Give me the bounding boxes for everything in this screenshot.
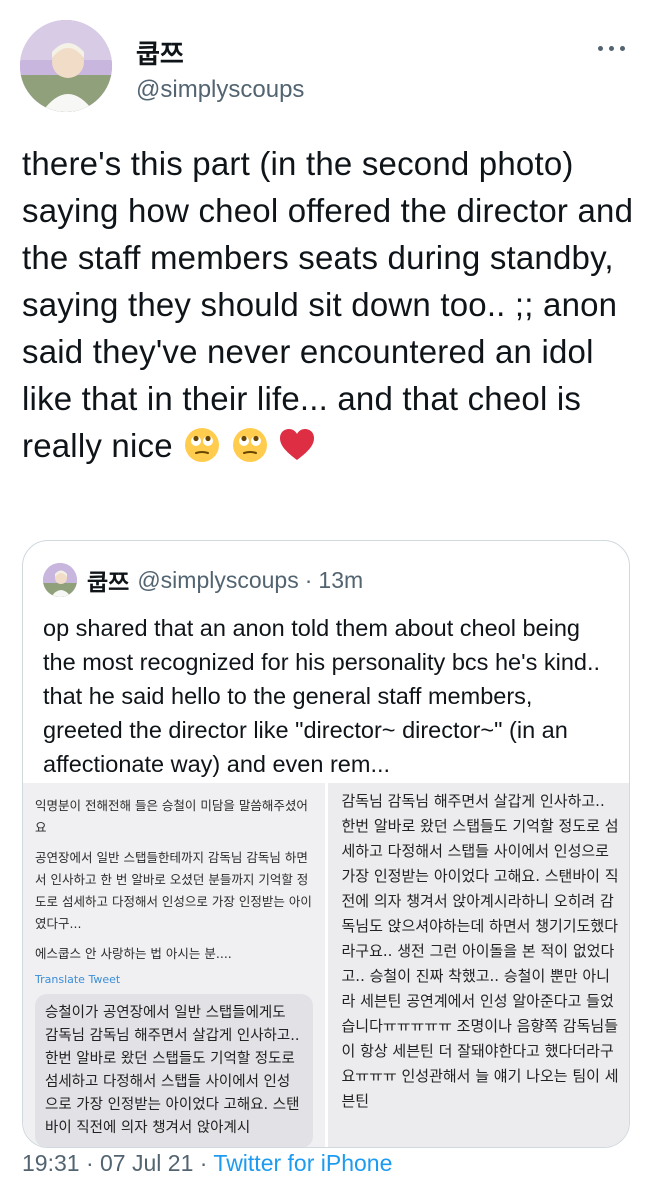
- image-paragraph: 공연장에서 일반 스탭들한테까지 감독님 감독님 하면서 인사하고 한 번 알바…: [35, 850, 312, 931]
- quoted-media: 익명분이 전해전해 들은 승철이 미담을 말씀해주셨어요 공연장에서 일반 스탭…: [23, 783, 629, 1147]
- quoted-tweet-text: op shared that an anon told them about c…: [43, 615, 601, 777]
- tweet-time[interactable]: 19:31: [22, 1150, 80, 1176]
- tweet-client-link[interactable]: Twitter for iPhone: [213, 1150, 392, 1176]
- more-options-icon[interactable]: [598, 38, 638, 58]
- quoted-avatar: [43, 563, 77, 597]
- quoted-username: @simplyscoups: [137, 566, 299, 593]
- tweet-date[interactable]: 07 Jul 21: [100, 1150, 193, 1176]
- face-with-rolling-eyes-icon: [185, 428, 220, 462]
- quoted-tweet-card[interactable]: 쿱쯔 @simplyscoups · 13m op shared that an…: [22, 540, 630, 1148]
- tweet-text: there's this part (in the second photo) …: [22, 140, 634, 469]
- tweet-body: there's this part (in the second photo) …: [22, 145, 634, 464]
- separator-dot: ·: [85, 1150, 94, 1176]
- screenshot-image-1[interactable]: 익명분이 전해전해 들은 승철이 미담을 말씀해주셨어요 공연장에서 일반 스탭…: [23, 783, 325, 1147]
- separator-dot: ·: [304, 566, 313, 593]
- tweet-header: 쿱쯔 @simplyscoups: [0, 0, 652, 130]
- image-paragraph: 에스쿱스 안 사랑하는 법 아시는 분....: [35, 946, 232, 961]
- quoted-timestamp: 13m: [318, 566, 364, 593]
- avatar[interactable]: [20, 20, 112, 112]
- quoted-tweet-header: 쿱쯔 @simplyscoups · 13m: [43, 563, 363, 597]
- separator-dot: ·: [199, 1150, 208, 1176]
- face-with-rolling-eyes-icon: [232, 428, 267, 462]
- quoted-display-name: 쿱쯔: [87, 569, 130, 595]
- image-text-block: 감독님 감독님 해주면서 살갑게 인사하고.. 한번 알바로 왔던 스탭들도 기…: [341, 792, 619, 1110]
- red-heart-icon: [279, 429, 314, 460]
- username[interactable]: @simplyscoups: [136, 76, 304, 104]
- screenshot-image-2[interactable]: 감독님 감독님 해주면서 살갑게 인사하고.. 한번 알바로 왔던 스탭들도 기…: [327, 783, 629, 1147]
- tweet-meta: 19:31 · 07 Jul 21 · Twitter for iPhone: [22, 1150, 392, 1177]
- image-text-block: 익명분이 전해전해 들은 승철이 미담을 말씀해주셨어요 공연장에서 일반 스탭…: [35, 795, 313, 965]
- translation-bubble: 승철이가 공연장에서 일반 스탭들에게도 감독님 감독님 해주면서 살갑게 인사…: [35, 994, 313, 1147]
- translate-tweet-link: Translate Tweet: [35, 973, 121, 986]
- image-paragraph: 익명분이 전해전해 들은 승철이 미담을 말씀해주셨어요: [35, 798, 308, 835]
- display-name[interactable]: 쿱쯔: [136, 34, 184, 71]
